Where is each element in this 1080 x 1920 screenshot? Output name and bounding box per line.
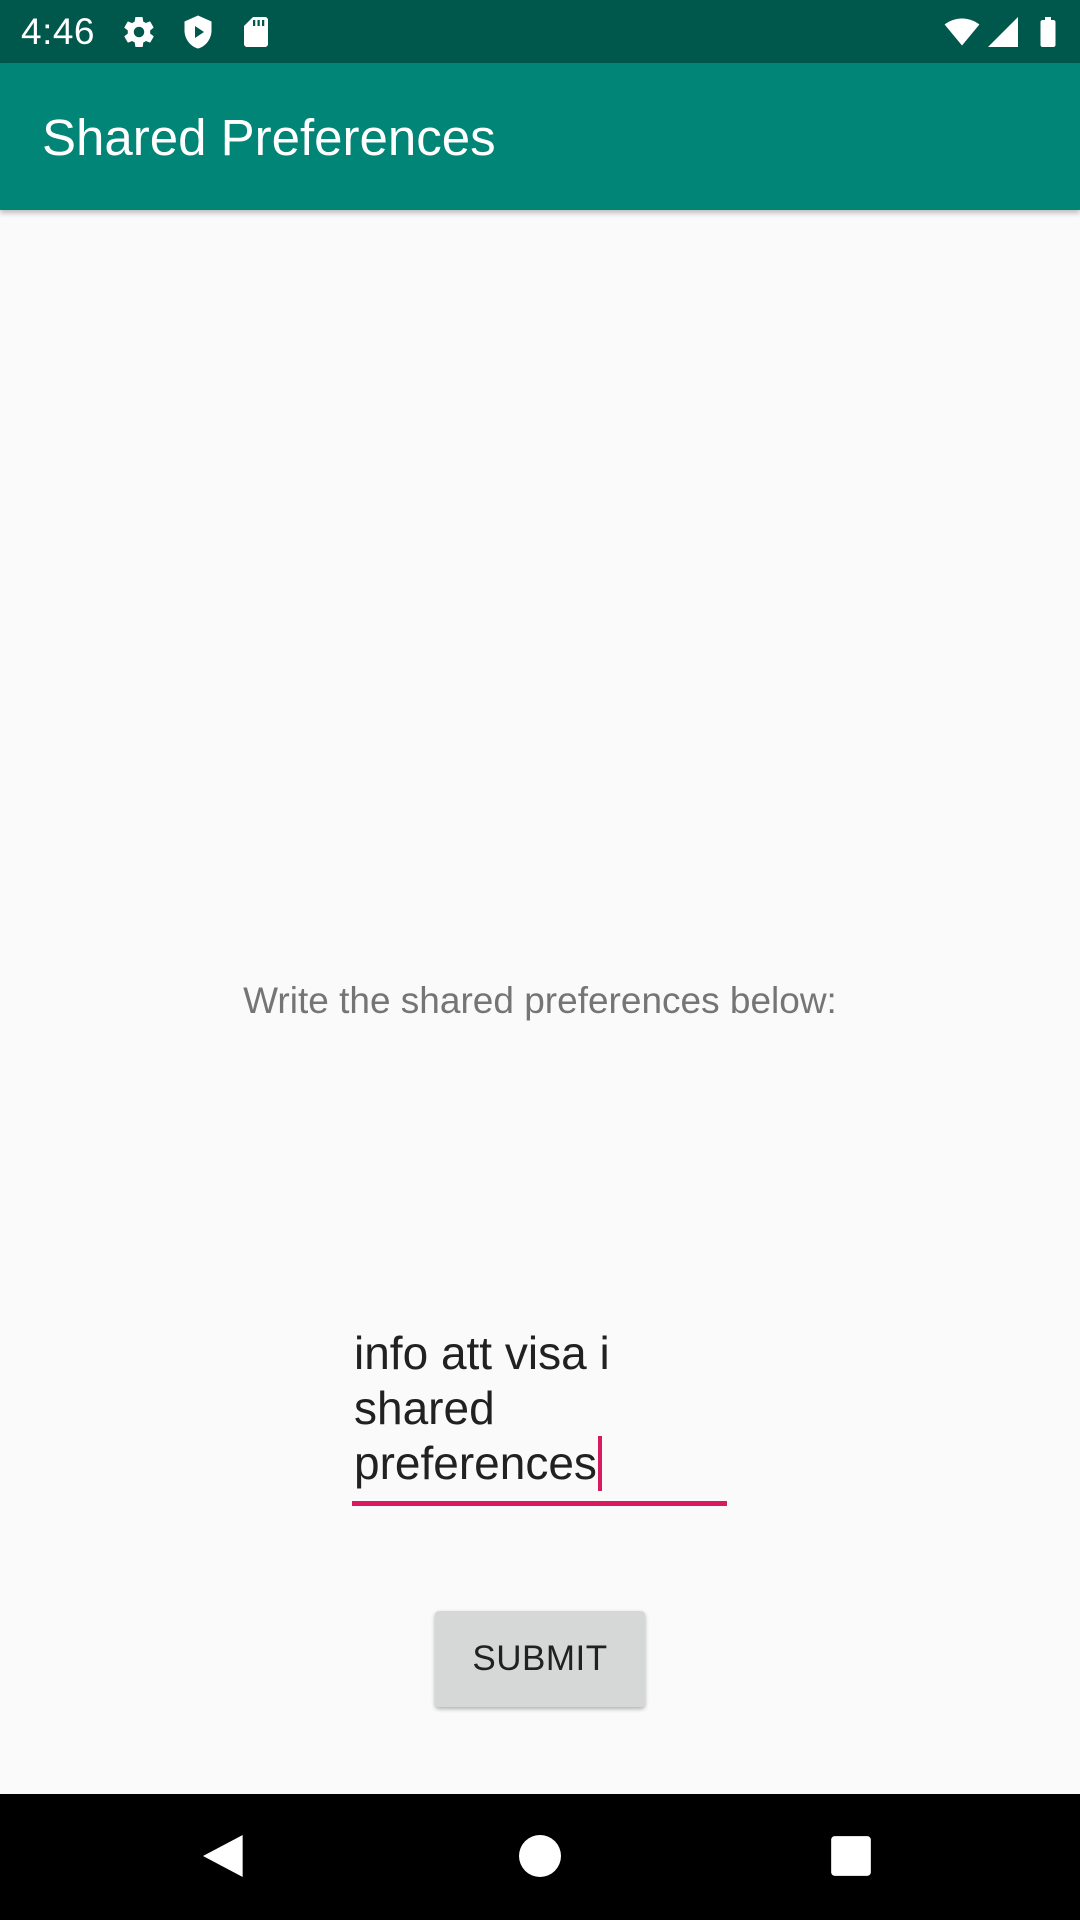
signal-icon (985, 14, 1021, 50)
prompt-label: Write the shared preferences below: (243, 980, 837, 1021)
gear-icon (121, 14, 157, 50)
text-cursor (597, 1436, 602, 1491)
preferences-input[interactable]: info att visa i shared preferences (352, 1326, 727, 1508)
app-bar: Shared Preferences (0, 63, 1080, 210)
shield-icon (180, 14, 216, 50)
preferences-input-value[interactable]: info att visa i shared preferences (354, 1326, 724, 1491)
battery-icon (1030, 14, 1066, 50)
screen: 4:46 Shared Preferences Write the shared… (0, 0, 1080, 1920)
status-bar: 4:46 (0, 0, 1080, 63)
navigation-bar (0, 1794, 1080, 1920)
input-underline (352, 1501, 727, 1506)
recents-icon[interactable] (823, 1828, 879, 1884)
back-icon[interactable] (196, 1828, 252, 1884)
page-title: Shared Preferences (42, 109, 496, 166)
wifi-icon (944, 14, 980, 50)
status-time: 4:46 (21, 11, 96, 52)
submit-button[interactable]: SUBMIT (435, 1611, 645, 1707)
input-text: info att visa i shared preferences (354, 1327, 610, 1489)
sd-card-icon (238, 14, 274, 50)
home-icon[interactable] (512, 1828, 568, 1884)
